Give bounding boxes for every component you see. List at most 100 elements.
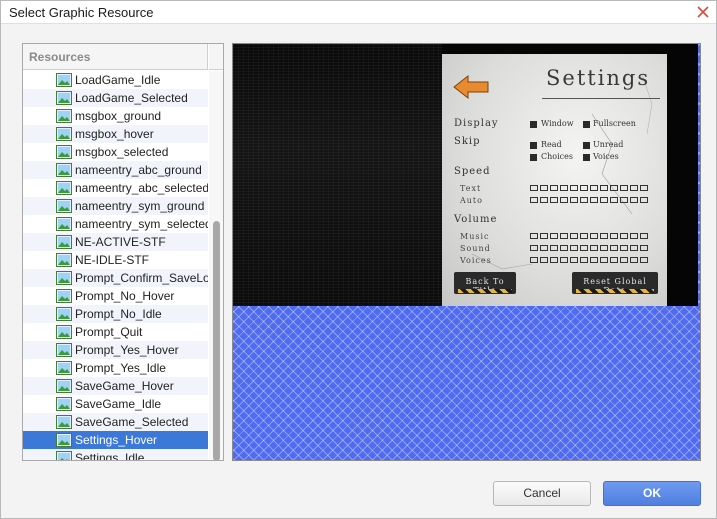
scrollbar-thumb[interactable] — [213, 221, 220, 460]
list-item[interactable]: Settings_Hover — [23, 431, 208, 449]
window-option: Window — [541, 119, 574, 128]
resources-header-label: Resources — [29, 50, 91, 64]
image-file-icon — [56, 361, 72, 375]
voices-volume-label: Voices — [460, 256, 492, 265]
list-item[interactable]: Prompt_Yes_Hover — [23, 341, 208, 359]
list-item-label: SaveGame_Hover — [75, 379, 174, 393]
image-file-icon — [56, 127, 72, 141]
hazard-stripe — [458, 289, 512, 293]
list-item[interactable]: NE-ACTIVE-STF — [23, 233, 208, 251]
list-item[interactable]: LoadGame_Idle — [23, 71, 208, 89]
list-item-label: msgbox_ground — [75, 109, 162, 123]
image-file-icon — [56, 415, 72, 429]
list-item-label: NE-ACTIVE-STF — [75, 235, 166, 249]
read-checkbox — [530, 142, 537, 149]
image-file-icon — [56, 271, 72, 285]
image-file-icon — [56, 307, 72, 321]
list-item[interactable]: LoadGame_Selected — [23, 89, 208, 107]
sound-volume-slider — [530, 245, 648, 251]
list-item[interactable]: Prompt_No_Idle — [23, 305, 208, 323]
image-file-icon — [56, 433, 72, 447]
image-file-icon — [56, 91, 72, 105]
list-item-label: msgbox_selected — [75, 145, 169, 159]
list-item-label: nameentry_abc_selected — [75, 181, 208, 195]
list-item-label: Prompt_No_Hover — [75, 289, 175, 303]
hazard-stripe — [576, 289, 654, 293]
list-item[interactable]: Prompt_Confirm_SaveLoad — [23, 269, 208, 287]
image-file-icon — [56, 73, 72, 87]
ok-button[interactable]: OK — [603, 481, 701, 506]
list-item-label: nameentry_abc_ground — [75, 163, 202, 177]
resource-preview: Settings Display Window Fullscreen Skip … — [232, 43, 701, 461]
list-item-label: nameentry_sym_selected — [75, 217, 208, 231]
unread-option: Unread — [593, 140, 624, 149]
image-file-icon — [56, 109, 72, 123]
list-item[interactable]: nameentry_abc_selected — [23, 179, 208, 197]
voices-skip-checkbox — [583, 154, 590, 161]
text-speed-slider — [530, 185, 648, 191]
list-item[interactable]: SaveGame_Selected — [23, 413, 208, 431]
skip-label: Skip — [454, 136, 481, 147]
title-underline — [542, 98, 660, 99]
list-item[interactable]: SaveGame_Idle — [23, 395, 208, 413]
vertical-scrollbar[interactable] — [209, 71, 223, 460]
image-file-icon — [56, 253, 72, 267]
list-item[interactable]: msgbox_ground — [23, 107, 208, 125]
preview-image: Settings Display Window Fullscreen Skip … — [233, 44, 698, 306]
list-item[interactable]: Settings_Idle — [23, 449, 208, 461]
list-item[interactable]: SaveGame_Hover — [23, 377, 208, 395]
auto-speed-slider — [530, 197, 648, 203]
settings-panel-image: Settings Display Window Fullscreen Skip … — [442, 54, 667, 306]
sound-volume-label: Sound — [460, 244, 491, 253]
choices-option: Choices — [541, 152, 573, 161]
list-item-label: Settings_Idle — [75, 451, 145, 461]
cancel-button[interactable]: Cancel — [493, 481, 591, 506]
resource-list-body: LoadGame_Idle LoadGame_Selected msgbox_gro… — [23, 71, 208, 461]
list-item[interactable]: Prompt_No_Hover — [23, 287, 208, 305]
resources-column-header[interactable]: Resources — [23, 44, 208, 70]
list-item[interactable]: nameentry_abc_ground — [23, 161, 208, 179]
read-option: Read — [541, 140, 562, 149]
back-to-title-button-image: Back To Title — [454, 272, 516, 295]
close-icon[interactable] — [694, 3, 712, 21]
text-speed-label: Text — [460, 184, 482, 193]
list-item[interactable]: NE-IDLE-STF — [23, 251, 208, 269]
list-item-label: NE-IDLE-STF — [75, 253, 150, 267]
noise-background — [233, 44, 442, 306]
music-volume-slider — [530, 233, 648, 239]
image-file-icon — [56, 289, 72, 303]
music-volume-label: Music — [460, 232, 490, 241]
unread-checkbox — [583, 142, 590, 149]
list-item-label: Prompt_No_Idle — [75, 307, 162, 321]
list-item-label: SaveGame_Idle — [75, 397, 162, 411]
list-item[interactable]: Prompt_Yes_Idle — [23, 359, 208, 377]
back-arrow-icon — [453, 74, 489, 100]
list-item[interactable]: nameentry_sym_selected — [23, 215, 208, 233]
select-graphic-resource-dialog: Select Graphic Resource Resources LoadGa… — [0, 0, 717, 519]
list-item[interactable]: Prompt_Quit — [23, 323, 208, 341]
list-item-label: msgbox_hover — [75, 127, 154, 141]
volume-label: Volume — [454, 214, 498, 225]
auto-speed-label: Auto — [460, 196, 483, 205]
window-checkbox — [530, 121, 537, 128]
fullscreen-checkbox — [583, 121, 590, 128]
voices-skip-option: Voices — [593, 152, 619, 161]
list-item-label: Prompt_Quit — [75, 325, 143, 339]
list-item-label: LoadGame_Idle — [75, 73, 161, 87]
image-file-icon — [56, 217, 72, 231]
list-item-label: Prompt_Confirm_SaveLoad — [75, 271, 208, 285]
list-item-label: Prompt_Yes_Idle — [75, 361, 166, 375]
list-item[interactable]: msgbox_selected — [23, 143, 208, 161]
choices-checkbox — [530, 154, 537, 161]
list-item[interactable]: msgbox_hover — [23, 125, 208, 143]
resource-list[interactable]: Resources LoadGame_Idle LoadGame_Selected… — [22, 43, 224, 461]
list-item-label: Prompt_Yes_Hover — [75, 343, 179, 357]
image-file-icon — [56, 181, 72, 195]
voices-volume-slider — [530, 257, 648, 263]
list-item-label: nameentry_sym_ground — [75, 199, 205, 213]
image-file-icon — [56, 397, 72, 411]
list-item[interactable]: nameentry_sym_ground — [23, 197, 208, 215]
image-file-icon — [56, 379, 72, 393]
image-file-icon — [56, 199, 72, 213]
image-file-icon — [56, 163, 72, 177]
